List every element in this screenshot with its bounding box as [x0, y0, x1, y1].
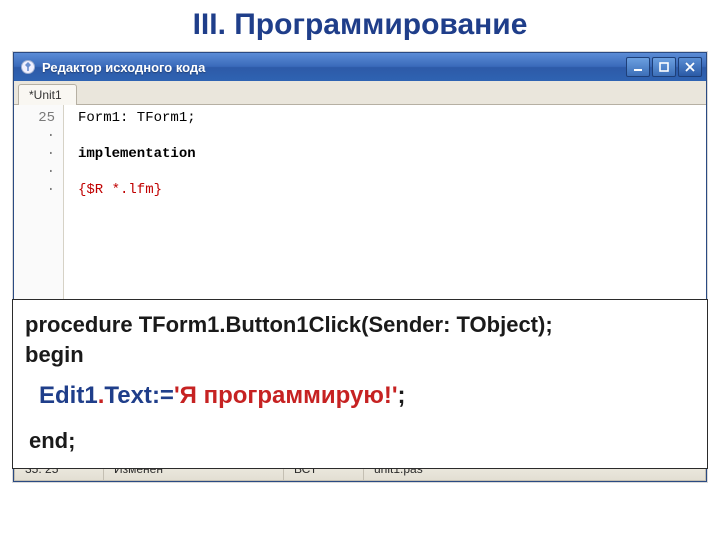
- overlay-end-line: end;: [29, 428, 695, 454]
- window-title: Редактор исходного кода: [42, 60, 626, 75]
- editor-area: 25 · · · · Form1: TForm1; implementation…: [14, 105, 706, 425]
- code-line: Form1: TForm1;: [78, 110, 196, 126]
- titlebar[interactable]: Редактор исходного кода: [14, 53, 706, 81]
- line-number: ·: [14, 181, 63, 199]
- app-icon: [20, 59, 36, 75]
- line-number: ·: [14, 145, 63, 163]
- keyword-implementation: implementation: [78, 146, 196, 162]
- minimize-button[interactable]: [626, 57, 650, 77]
- maximize-button[interactable]: [652, 57, 676, 77]
- overlay-object: Edit1: [39, 382, 98, 409]
- tab-unit1[interactable]: *Unit1: [18, 84, 77, 105]
- overlay-begin-line: begin: [25, 342, 695, 368]
- close-button[interactable]: [678, 57, 702, 77]
- code-overlay-box: procedure TForm1.Button1Click(Sender: TO…: [12, 299, 708, 469]
- compiler-directive: {$R *.lfm}: [78, 182, 162, 198]
- line-number: ·: [14, 127, 63, 145]
- overlay-statement: Edit1.Text:='Я программирую!';: [39, 382, 695, 410]
- line-number: 25: [14, 109, 63, 127]
- overlay-string: 'Я программирую!': [174, 382, 398, 409]
- slide-title: III. Программирование: [0, 0, 720, 52]
- tab-strip: *Unit1: [14, 81, 706, 105]
- overlay-procedure-line: procedure TForm1.Button1Click(Sender: TO…: [25, 310, 695, 340]
- window-buttons: [626, 57, 702, 77]
- editor-window: Редактор исходного кода *Unit1 25 · · · …: [13, 52, 707, 482]
- overlay-semicolon: ;: [398, 382, 406, 409]
- overlay-property: Text: [104, 382, 152, 409]
- overlay-assign: :=: [152, 382, 174, 409]
- line-number: ·: [14, 163, 63, 181]
